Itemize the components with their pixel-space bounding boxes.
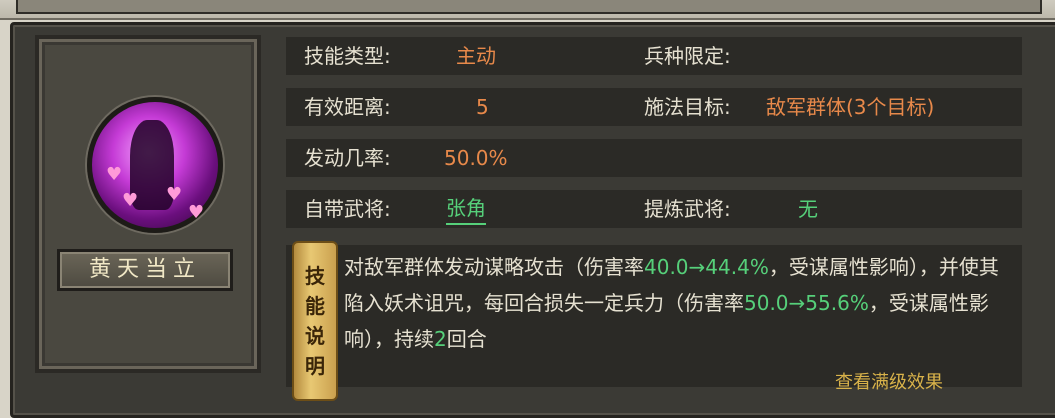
row-general: 自带武将: 张角 提炼武将: 无 bbox=[286, 190, 1022, 228]
desc-part: 回合 bbox=[446, 327, 487, 351]
description-title-char: 明 bbox=[305, 354, 325, 378]
heart-icon: ♥ bbox=[122, 190, 139, 211]
range-value: 5 bbox=[476, 95, 489, 119]
skill-portrait-frame: ♥ ♥ ♥ ♥ 黄天当立 bbox=[35, 35, 261, 373]
troop-label: 兵种限定: bbox=[644, 44, 731, 68]
desc-part: 对敌军群体发动谋略攻击（伤害率 bbox=[344, 255, 644, 279]
general-label: 自带武将: bbox=[304, 197, 391, 221]
view-max-level-link[interactable]: 查看满级效果 bbox=[835, 368, 943, 394]
rate-value: 50.0% bbox=[444, 146, 508, 170]
range-label: 有效距离: bbox=[304, 95, 391, 119]
description-title-char: 说 bbox=[305, 324, 325, 348]
row-type: 技能类型: 主动 兵种限定: bbox=[286, 37, 1022, 75]
type-label: 技能类型: bbox=[304, 44, 391, 68]
purple-hearts-sorcerer-icon: ♥ ♥ ♥ ♥ bbox=[87, 97, 223, 233]
top-strip-frame bbox=[16, 0, 1042, 14]
refine-value: 无 bbox=[798, 197, 818, 221]
general-value-link[interactable]: 张角 bbox=[446, 193, 486, 225]
heart-icon: ♥ bbox=[188, 202, 205, 223]
description-title-char: 能 bbox=[305, 294, 325, 318]
target-label: 施法目标: bbox=[644, 95, 731, 119]
scroll-icon: 技 能 说 明 bbox=[292, 241, 338, 401]
skill-description-box: 技 能 说 明 对敌军群体发动谋略攻击（伤害率40.0→44.4%，受谋属性影响… bbox=[286, 241, 1022, 401]
description-title-char: 技 bbox=[305, 264, 325, 288]
heart-icon: ♥ bbox=[166, 184, 183, 205]
type-value: 主动 bbox=[456, 44, 496, 68]
desc-highlight: 50.0→55.6% bbox=[744, 291, 869, 315]
heart-icon: ♥ bbox=[106, 164, 123, 185]
skill-name-plate: 黄天当立 bbox=[57, 249, 233, 291]
row-range: 有效距离: 5 施法目标: 敌军群体(3个目标) bbox=[286, 88, 1022, 126]
desc-highlight: 40.0→44.4% bbox=[644, 255, 769, 279]
row-rate: 发动几率: 50.0% bbox=[286, 139, 1022, 177]
skill-detail-panel: ♥ ♥ ♥ ♥ 黄天当立 技能类型: 主动 兵种限定: 有效距离: 5 施法目标… bbox=[10, 22, 1055, 418]
desc-highlight: 2 bbox=[434, 327, 447, 351]
target-value: 敌军群体(3个目标) bbox=[766, 95, 935, 119]
description-title: 技 能 说 明 bbox=[294, 261, 336, 381]
rate-label: 发动几率: bbox=[304, 146, 391, 170]
top-strip bbox=[0, 0, 1055, 20]
skill-description-text: 对敌军群体发动谋略攻击（伤害率40.0→44.4%，受谋属性影响），并使其陷入妖… bbox=[344, 249, 1014, 357]
refine-label: 提炼武将: bbox=[644, 197, 731, 221]
